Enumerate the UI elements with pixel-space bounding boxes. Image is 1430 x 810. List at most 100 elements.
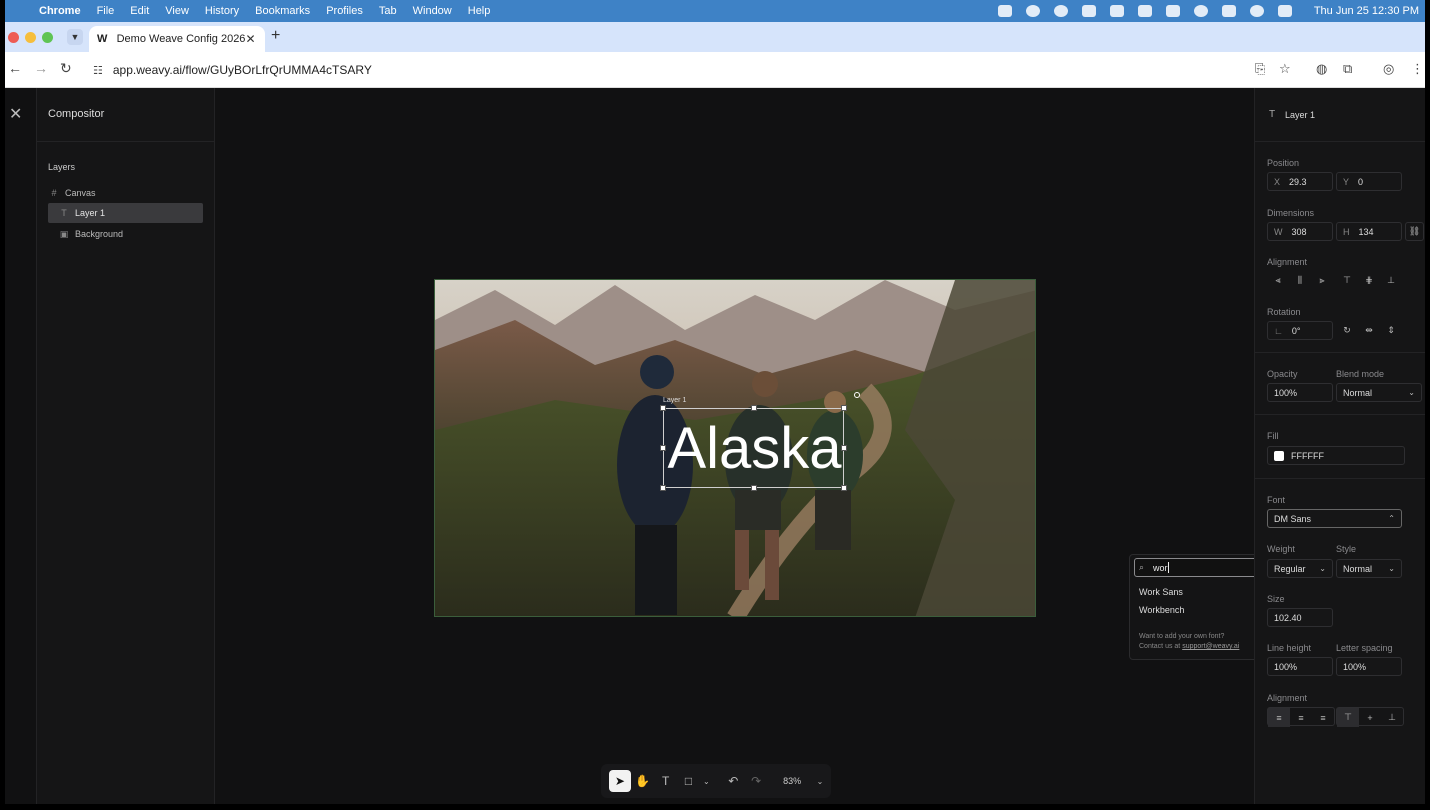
menu-app-name[interactable]: Chrome [39,5,81,17]
battery-icon[interactable] [1221,5,1236,17]
search-icon[interactable] [1249,5,1264,17]
text-align-left-icon[interactable]: ≡ [1268,708,1290,727]
extension-icon[interactable]: ◍ [1316,61,1327,77]
resize-handle[interactable] [841,445,847,451]
shape-tool-icon[interactable]: □ [678,770,700,792]
font-option-work-sans[interactable]: Work Sans [1139,587,1183,597]
fill-color-input[interactable]: FFFFFF [1267,446,1405,465]
extensions-puzzle-icon[interactable]: ⧉ [1343,61,1352,77]
hand-tool-icon[interactable]: ✋ [632,770,654,792]
line-height-input[interactable]: 100% [1267,657,1333,676]
cast-status-icon[interactable] [1109,5,1124,17]
resize-handle[interactable] [660,485,666,491]
text-layer-selection[interactable]: Alaska [660,405,847,491]
size-input[interactable]: 102.40 [1267,608,1333,627]
flip-horizontal-icon[interactable]: ⇹ [1358,321,1380,340]
canvas-area[interactable]: Layer 1 Alaska ➤ ✋ T □ ⌄ ↶ ↷ 83% ⌄ [216,88,1254,804]
resize-handle[interactable] [751,405,757,411]
sync-status-icon[interactable] [1081,5,1096,17]
text-align-center-icon[interactable]: ≡ [1290,708,1312,727]
zoom-dropdown-icon[interactable]: ⌄ [809,770,831,792]
layer-row-background[interactable]: ▣ Background [48,224,203,244]
profile-icon[interactable]: ◎ [1383,61,1394,77]
layer-row-layer-1[interactable]: T Layer 1 [48,203,203,223]
select-tool-icon[interactable]: ➤ [609,770,631,792]
fill-swatch[interactable] [1274,450,1284,461]
artboard[interactable]: Layer 1 Alaska [434,279,1036,617]
shape-dropdown-icon[interactable]: ⌄ [700,770,712,792]
resize-handle[interactable] [660,445,666,451]
zoom-level[interactable]: 83% [783,776,801,786]
menu-history[interactable]: History [205,5,239,17]
grid-status-icon[interactable] [997,5,1012,17]
resize-handle[interactable] [841,405,847,411]
text-tool-icon[interactable]: T [655,770,677,792]
window-minimize-button[interactable] [25,32,36,43]
address-bar[interactable]: ☷ app.weavy.ai/flow/GUyBOrLfrQrUMMA4cTSA… [89,57,1249,83]
text-align-right-icon[interactable]: ≡ [1312,708,1334,727]
align-center-h-icon[interactable]: ⫼ [1289,271,1311,290]
width-input[interactable]: W 308 [1267,222,1333,241]
layer-row-canvas[interactable]: # Canvas [48,183,203,203]
menu-file[interactable]: File [97,5,115,17]
window-close-button[interactable] [8,32,19,43]
redo-icon[interactable]: ↷ [745,770,767,792]
new-tab-icon[interactable]: + [271,27,280,45]
rotation-input[interactable]: ∟ 0° [1267,321,1333,340]
control-center-icon[interactable] [1277,5,1292,17]
install-app-icon[interactable]: ⎘ [1255,61,1265,77]
back-icon[interactable]: ← [8,60,22,76]
bookmark-star-icon[interactable]: ☆ [1279,61,1291,77]
rotate-handle[interactable] [854,392,860,398]
position-y-input[interactable]: Y 0 [1336,172,1402,191]
site-settings-icon[interactable]: ☷ [93,64,103,77]
menu-view[interactable]: View [165,5,189,17]
wifi-icon[interactable] [1193,5,1208,17]
more-menu-icon[interactable]: ⋮ [1411,61,1424,77]
align-bottom-icon[interactable]: ⊥ [1380,271,1402,290]
text-align-bottom-icon[interactable]: ⊥ [1381,708,1403,727]
menu-help[interactable]: Help [468,5,491,17]
opacity-input[interactable]: 100% [1267,383,1333,402]
record-status-icon[interactable] [1025,5,1040,17]
resize-handle[interactable] [751,485,757,491]
weight-select[interactable]: Regular ⌄ [1267,559,1333,578]
align-right-icon[interactable]: ⫸ [1311,271,1333,290]
menu-profiles[interactable]: Profiles [326,5,363,17]
menu-edit[interactable]: Edit [130,5,149,17]
menu-tab[interactable]: Tab [379,5,397,17]
reload-icon[interactable]: ↻ [60,60,72,77]
position-x-input[interactable]: X 29.3 [1267,172,1333,191]
resize-handle[interactable] [660,405,666,411]
undo-icon[interactable]: ↶ [722,770,744,792]
check-status-icon[interactable] [1053,5,1068,17]
height-input[interactable]: H 134 [1336,222,1402,241]
close-compositor-icon[interactable]: ✕ [9,104,29,124]
font-select[interactable]: DM Sans ⌃ [1267,509,1402,528]
tab-close-icon[interactable]: ✕ [245,32,261,46]
letter-spacing-input[interactable]: 100% [1336,657,1402,676]
canvas-text[interactable]: Alaska [664,413,845,485]
flip-vertical-icon[interactable]: ⇕ [1380,321,1402,340]
support-email-link[interactable]: support@weavy.ai [1182,643,1239,650]
blend-mode-select[interactable]: Normal ⌄ [1336,383,1422,402]
rotate-icon[interactable]: ↻ [1336,321,1358,340]
font-option-workbench[interactable]: Workbench [1139,605,1184,615]
menu-bookmarks[interactable]: Bookmarks [255,5,310,17]
align-middle-icon[interactable]: ⋕ [1358,271,1380,290]
resize-handle[interactable] [841,485,847,491]
forward-icon[interactable]: → [34,60,48,76]
input-source-icon[interactable] [1165,5,1180,17]
text-align-top-icon[interactable]: ⊤ [1337,708,1359,727]
text-align-middle-icon[interactable]: + [1359,708,1381,727]
window-status-icon[interactable] [1137,5,1152,17]
tab-search-icon[interactable]: ▼ [67,29,83,45]
browser-tab[interactable]: W Demo Weave Config 2026 ✕ [89,26,265,52]
menu-window[interactable]: Window [413,5,452,17]
menu-clock[interactable]: Thu Jun 25 12:30 PM [1314,5,1419,17]
window-zoom-button[interactable] [42,32,53,43]
align-top-icon[interactable]: ⊤ [1336,271,1358,290]
style-select[interactable]: Normal ⌄ [1336,559,1402,578]
link-dimensions-icon[interactable]: ⛓ [1405,222,1424,241]
align-left-icon[interactable]: ⫷ [1267,271,1289,290]
